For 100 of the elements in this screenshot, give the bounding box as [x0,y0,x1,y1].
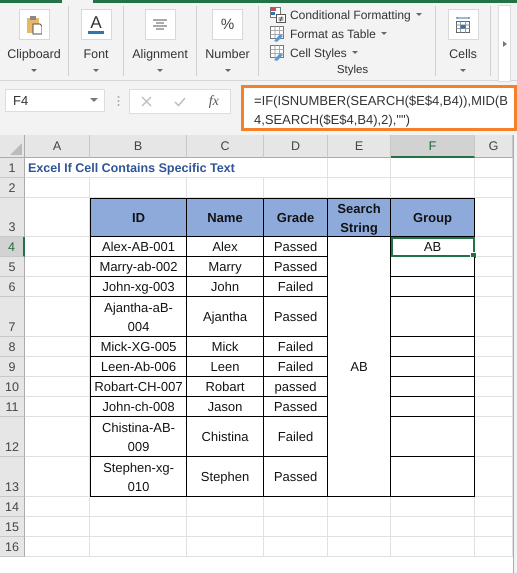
group-label: Cells [449,47,477,61]
font-button[interactable]: A [80,9,112,40]
sheet-title: Excel If Cell Contains Specific Text [25,158,328,178]
table-cell: John-xg-003 [90,277,187,297]
row-header[interactable]: 16 [0,537,25,557]
empty-cell[interactable] [187,537,264,557]
table-cell: Leen [187,357,264,377]
column-header[interactable]: E [328,135,391,158]
table-cell: Failed [264,337,328,357]
empty-cell[interactable] [391,158,475,178]
row-header[interactable]: 2 [0,178,25,198]
ribbon-command[interactable]: Conditional Formatting [270,6,422,25]
row-header[interactable]: 1 [0,158,25,178]
table-cell: Chistina-AB-009 [90,417,187,457]
empty-cell[interactable] [187,517,264,537]
table-cell: Passed [264,457,328,497]
ribbon-scroll-button[interactable] [498,5,511,82]
group-label: Font [83,47,108,61]
empty-cell[interactable] [264,537,328,557]
table-cell: Jason [187,397,264,417]
table-cell: AB [328,237,391,497]
row-header[interactable]: 9 [0,357,25,377]
table-cell: Stephen [187,457,264,497]
ribbon-command[interactable]: Format as Table [270,24,387,44]
empty-cell[interactable] [90,517,187,537]
table-cell: Mick [187,337,264,357]
row-header[interactable]: 4 [0,237,25,257]
drag-handle-icon[interactable] [117,95,120,107]
table-header: Group [391,198,475,237]
table-header: Search String [328,198,391,237]
caret-icon[interactable] [460,69,466,73]
table-cell: Passed [264,397,328,417]
row-header[interactable]: 7 [0,297,25,337]
clipboard-button[interactable] [18,9,50,40]
column-header[interactable]: D [264,135,328,158]
table-header: ID [90,198,187,237]
number-button[interactable]: % [212,9,243,40]
empty-cell[interactable] [328,517,391,537]
ribbon-command[interactable]: Cell Styles [270,43,358,62]
group-label: Number [205,47,250,61]
column-header[interactable]: A [25,135,90,158]
column-header[interactable]: B [90,135,187,158]
cells-button[interactable] [448,9,478,40]
empty-cell[interactable] [90,537,187,557]
table-cell: Robart [187,377,264,397]
caret-icon[interactable] [224,69,230,73]
empty-cell[interactable] [391,537,475,557]
table-cell: Chistina [187,417,264,457]
table-cell: Ajantha-aB-004 [90,297,187,337]
group-label: Styles [336,64,368,76]
table-cell: Passed [264,297,328,337]
cancel-icon[interactable] [141,96,152,107]
formula-field[interactable]: =IF(ISNUMBER(SEARCH($E$4,B4)),MID(B4,SEARCH($E$4,B4),2),"") [241,85,517,131]
group-label: Clipboard [7,47,61,61]
alignment-button[interactable] [144,9,176,40]
caret-icon[interactable] [31,69,37,73]
row-header[interactable]: 6 [0,277,25,297]
dropdown-icon [90,98,98,103]
group-label: Alignment [132,47,188,61]
row-header[interactable]: 13 [0,457,25,497]
table-cell: John [187,277,264,297]
empty-cell[interactable] [391,517,475,537]
row-header[interactable]: 15 [0,517,25,537]
empty-cell[interactable] [328,158,391,178]
table-brush-icon [270,26,286,42]
row-header[interactable]: 14 [0,497,25,517]
table-cell: Leen-Ab-006 [90,357,187,377]
clipboard-icon [26,14,42,34]
table-cell: Passed [264,237,328,257]
row-header[interactable]: 8 [0,337,25,357]
caret-icon[interactable] [157,69,163,73]
right-arrow-icon [502,40,506,46]
table-header: Name [187,198,264,237]
empty-cell[interactable] [328,537,391,557]
table-brush-icon [270,44,286,61]
empty-cell[interactable] [264,517,328,537]
check-icon[interactable] [174,96,186,106]
corner-triangle-icon [10,143,22,155]
row-header[interactable]: 5 [0,257,25,277]
table-cell: Failed [264,417,328,457]
row-header[interactable]: 12 [0,417,25,457]
insert-function-button[interactable]: fx [208,94,219,110]
caret-icon[interactable] [93,69,99,73]
table-cell: AB [391,237,475,257]
column-header[interactable]: F [391,135,475,158]
row-header[interactable]: 10 [0,377,25,397]
table-cell: Alex-AB-001 [90,237,187,257]
table-cell: Mick-XG-005 [90,337,187,357]
row-header[interactable]: 11 [0,397,25,417]
table-cell: Passed [264,257,328,277]
table-cell: Failed [264,357,328,377]
column-header[interactable]: C [187,135,264,158]
row-header[interactable]: 3 [0,198,25,237]
table-cell: Robart-CH-007 [90,377,187,397]
align-center-icon [152,18,168,30]
column-header[interactable]: G [475,135,513,158]
select-all-button[interactable] [0,135,25,158]
table-cell: Marry-ab-002 [90,257,187,277]
table-cell: Alex [187,237,264,257]
name-box[interactable]: F4 [5,89,105,112]
